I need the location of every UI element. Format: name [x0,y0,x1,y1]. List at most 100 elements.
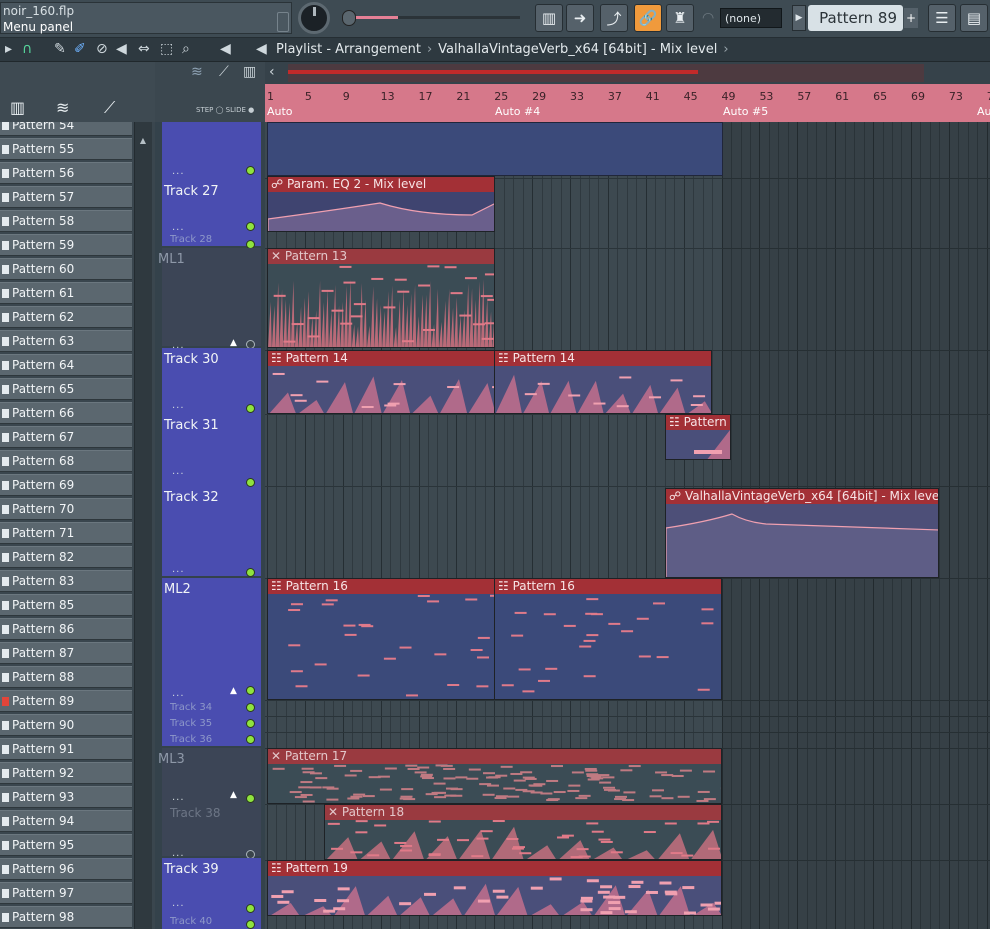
magnet-icon[interactable]: ∩ [22,41,32,57]
clip-pattern-14a[interactable]: ☷ Pattern 14 [267,350,495,414]
clip-header[interactable]: ✕ Pattern 17 [268,749,721,764]
clip-pattern-13[interactable]: ✕ Pattern 13 [267,248,495,348]
track-name[interactable]: Track 36 [170,734,212,745]
clip-header[interactable]: ☷ Pattern 16 [268,579,494,594]
clip-header[interactable]: ☷ Pattern 83 [666,415,730,430]
channel-rack-icon[interactable]: ▤ [960,4,988,32]
pattern-item[interactable]: Pattern 68 [0,450,132,472]
track-enable-icon[interactable] [246,404,255,413]
track-header[interactable]: ML3 Track 38...... ▲ [158,748,261,859]
auto-marker[interactable]: Au [977,105,990,118]
track-more-icon[interactable]: ... [172,222,185,233]
mixer-icon[interactable]: ☰ [928,4,956,32]
auto-marker[interactable]: Auto #5 [723,105,768,118]
clip-header[interactable]: ☷ Pattern 14 [268,351,494,366]
track-header[interactable]: Track 27 Track 28...... [162,122,261,249]
pattern-item[interactable]: Pattern 63 [0,330,132,352]
clip-pattern-14b[interactable]: ☷ Pattern 14 [494,350,712,414]
pattern-item[interactable]: Pattern 89 [0,690,132,712]
master-pitch-slider[interactable] [340,10,522,26]
track-more-icon[interactable]: ... [172,898,185,909]
piano-icon[interactable]: ▥ [10,98,25,117]
automation-icon[interactable]: ⟋ [104,98,115,118]
pattern-item[interactable]: Pattern 95 [0,834,132,856]
clip-header[interactable]: ☷ Pattern 16 [495,579,721,594]
track-name[interactable]: Track 28 [170,234,212,245]
track-enable-icon[interactable] [246,166,255,175]
track-name[interactable]: Track 31 [164,418,219,433]
auto-marker[interactable]: Auto [267,105,293,118]
playlist-grid[interactable]: ☍ Param. EQ 2 - Mix level ✕ Pattern 13 ☷ P… [265,122,990,929]
file-info-panel[interactable]: noir_160.flp Menu panel [0,2,292,34]
scroll-up-icon[interactable]: ▲ [137,136,149,148]
metronome-icon[interactable]: ♜ [666,4,694,32]
track-more-icon[interactable]: ... [172,564,185,575]
track-enable-icon[interactable] [246,719,255,728]
pattern-selector[interactable]: Pattern 89 [808,5,903,31]
step-slide-toggle[interactable]: STEP ◯ SLIDE ● [196,106,254,114]
mute-icon[interactable]: ◀ [116,41,127,57]
pattern-item[interactable]: Pattern 88 [0,666,132,688]
track-enable-icon[interactable] [246,920,255,929]
pattern-item[interactable]: Pattern 70 [0,498,132,520]
pattern-item[interactable]: Pattern 90 [0,714,132,736]
pattern-scrollbar[interactable]: ▲ [134,122,152,929]
delete-icon[interactable]: ⊘ [96,41,108,57]
scroll-left-icon[interactable]: ‹ [269,64,275,80]
track-header[interactable]: Track 30 Track 31 Track 32......... [162,348,261,577]
track-more-icon[interactable]: ... [172,792,185,803]
track-more-icon[interactable]: ... [172,400,185,411]
clip-pattern-18[interactable]: ✕ Pattern 18 [324,804,722,860]
time-markers[interactable]: 159131721252933374145495357616569737Auto… [265,84,990,122]
pattern-item[interactable]: Pattern 61 [0,282,132,304]
pattern-block[interactable] [267,122,723,176]
pattern-item[interactable]: Pattern 94 [0,810,132,832]
pencil-icon[interactable]: ✎ [54,41,66,57]
play-icon[interactable]: ▸ [5,41,12,57]
clip-header[interactable]: ☍ Param. EQ 2 - Mix level [268,177,494,192]
collapse-icon[interactable]: ▲ [230,686,237,696]
pattern-item[interactable]: Pattern 93 [0,786,132,808]
track-enable-icon[interactable] [246,568,255,577]
track-name[interactable]: Track 30 [164,352,219,367]
track-header[interactable]: Track 39 Track 40... [162,858,261,929]
track-name[interactable]: Track 34 [170,702,212,713]
pattern-item[interactable]: Pattern 91 [0,738,132,760]
track-more-icon[interactable]: ... [172,688,185,699]
track-header[interactable]: ML2 Track 34 Track 35 Track 36... ▲ [162,578,261,746]
pattern-item[interactable]: Pattern 96 [0,858,132,880]
pattern-item[interactable]: Pattern 59 [0,234,132,256]
clip-pattern-17[interactable]: ✕ Pattern 17 [267,748,722,804]
clip-header[interactable]: ☷ Pattern 14 [495,351,711,366]
track-more-icon[interactable]: ... [172,466,185,477]
track-name[interactable]: Track 39 [164,862,219,877]
clip-pattern-83[interactable]: ☷ Pattern 83 [665,414,731,460]
snap-selector[interactable]: (none) [720,8,782,28]
pattern-item[interactable]: Pattern 62 [0,306,132,328]
track-name[interactable]: Track 32 [164,490,219,505]
pattern-item[interactable]: Pattern 56 [0,162,132,184]
clip-header[interactable]: ✕ Pattern 18 [325,805,721,820]
track-name[interactable]: Track 40 [170,916,212,927]
pattern-item[interactable]: Pattern 58 [0,210,132,232]
link-icon[interactable]: 🔗 [634,4,662,32]
pattern-item[interactable]: Pattern 97 [0,882,132,904]
pattern-item[interactable]: Pattern 85 [0,594,132,616]
track-name[interactable]: Track 35 [170,718,212,729]
pattern-arrow-icon[interactable]: ▶ [792,5,806,31]
clip-header[interactable]: ✕ Pattern 13 [268,249,494,264]
breadcrumb-playlist[interactable]: Playlist - Arrangement [276,42,421,57]
track-enable-icon[interactable] [246,794,255,803]
arrangement-overview[interactable] [288,64,924,82]
track-name[interactable]: ML1 [158,252,185,267]
master-volume-knob[interactable] [298,2,330,34]
clip-pattern-19[interactable]: ☷ Pattern 19 [267,860,722,916]
track-header[interactable]: ML1... ▲ [158,248,261,351]
clip-header[interactable]: ☷ Pattern 19 [268,861,721,876]
pattern-item[interactable]: Pattern 98 [0,906,132,928]
track-enable-icon[interactable] [246,478,255,487]
speaker-small-icon[interactable]: ◀ [256,41,267,57]
pattern-item[interactable]: Pattern 67 [0,426,132,448]
automation-curve-icon[interactable]: ⟋ [219,64,229,80]
clip-header[interactable]: ☍ ValhallaVintageVerb_x64 [64bit] - Mix … [666,489,938,504]
